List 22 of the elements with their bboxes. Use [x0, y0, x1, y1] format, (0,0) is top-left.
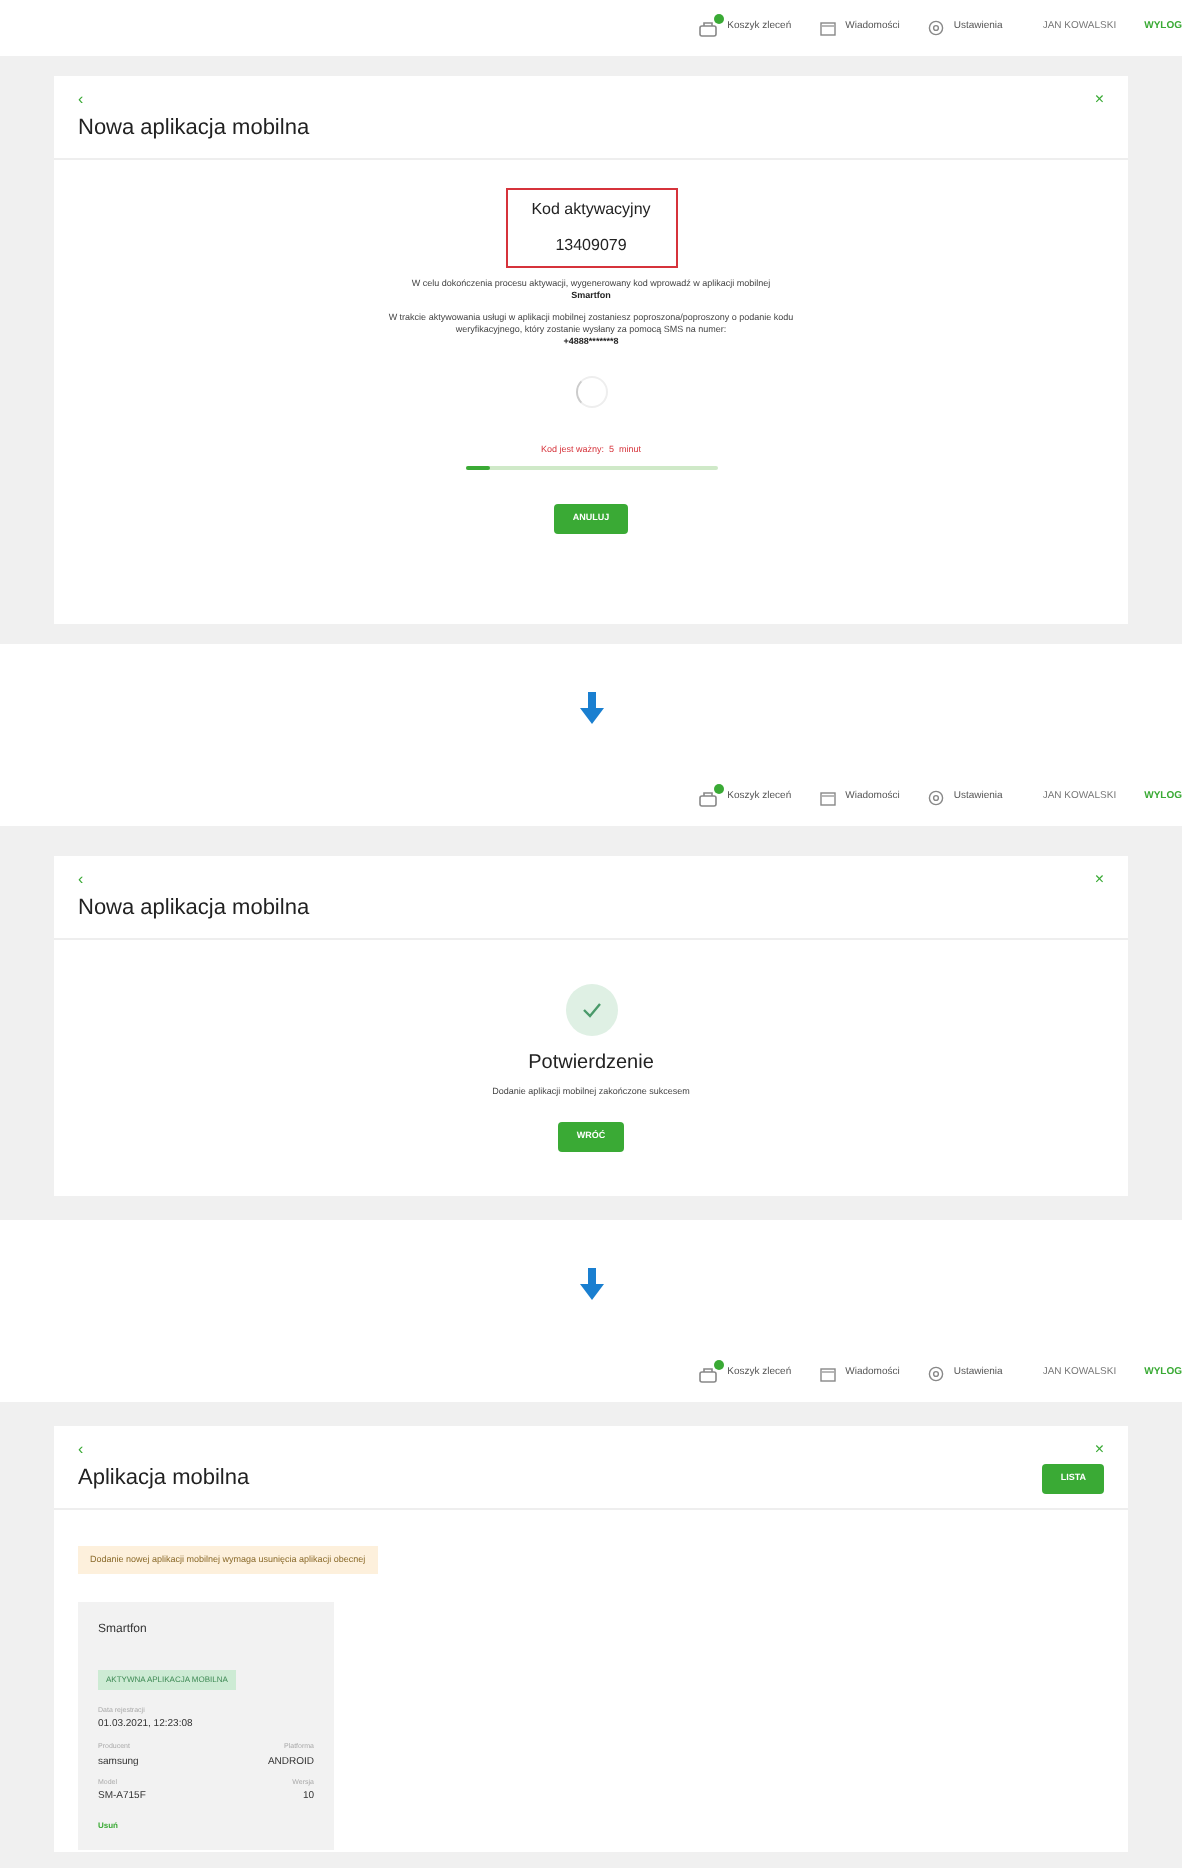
envelope-icon [819, 1367, 836, 1381]
back-button[interactable]: ‹ [78, 872, 84, 888]
page-title: Nowa aplikacja mobilna [78, 114, 310, 144]
loading-spinner [575, 375, 607, 407]
down-arrow-icon [579, 691, 603, 723]
back-button[interactable]: ‹ [78, 1442, 84, 1458]
down-arrow-icon [579, 1267, 603, 1299]
code-label: Kod aktywacyjny [531, 197, 651, 221]
envelope-icon [819, 21, 836, 35]
gear-icon [927, 20, 944, 36]
gear-icon [927, 1366, 944, 1382]
envelope-icon [819, 791, 836, 805]
confirmation-heading: Potwierdzenie [528, 1049, 654, 1077]
gear-icon [927, 790, 944, 806]
activation-code: 13409079 [555, 233, 627, 257]
back-button[interactable]: ‹ [78, 92, 84, 108]
close-button[interactable]: × [1094, 1442, 1104, 1458]
page-title: Aplikacja mobilna [78, 1464, 250, 1494]
page-title: Nowa aplikacja mobilna [78, 894, 310, 924]
check-icon [565, 983, 617, 1035]
close-button[interactable]: × [1094, 92, 1104, 108]
close-button[interactable]: × [1094, 872, 1104, 888]
